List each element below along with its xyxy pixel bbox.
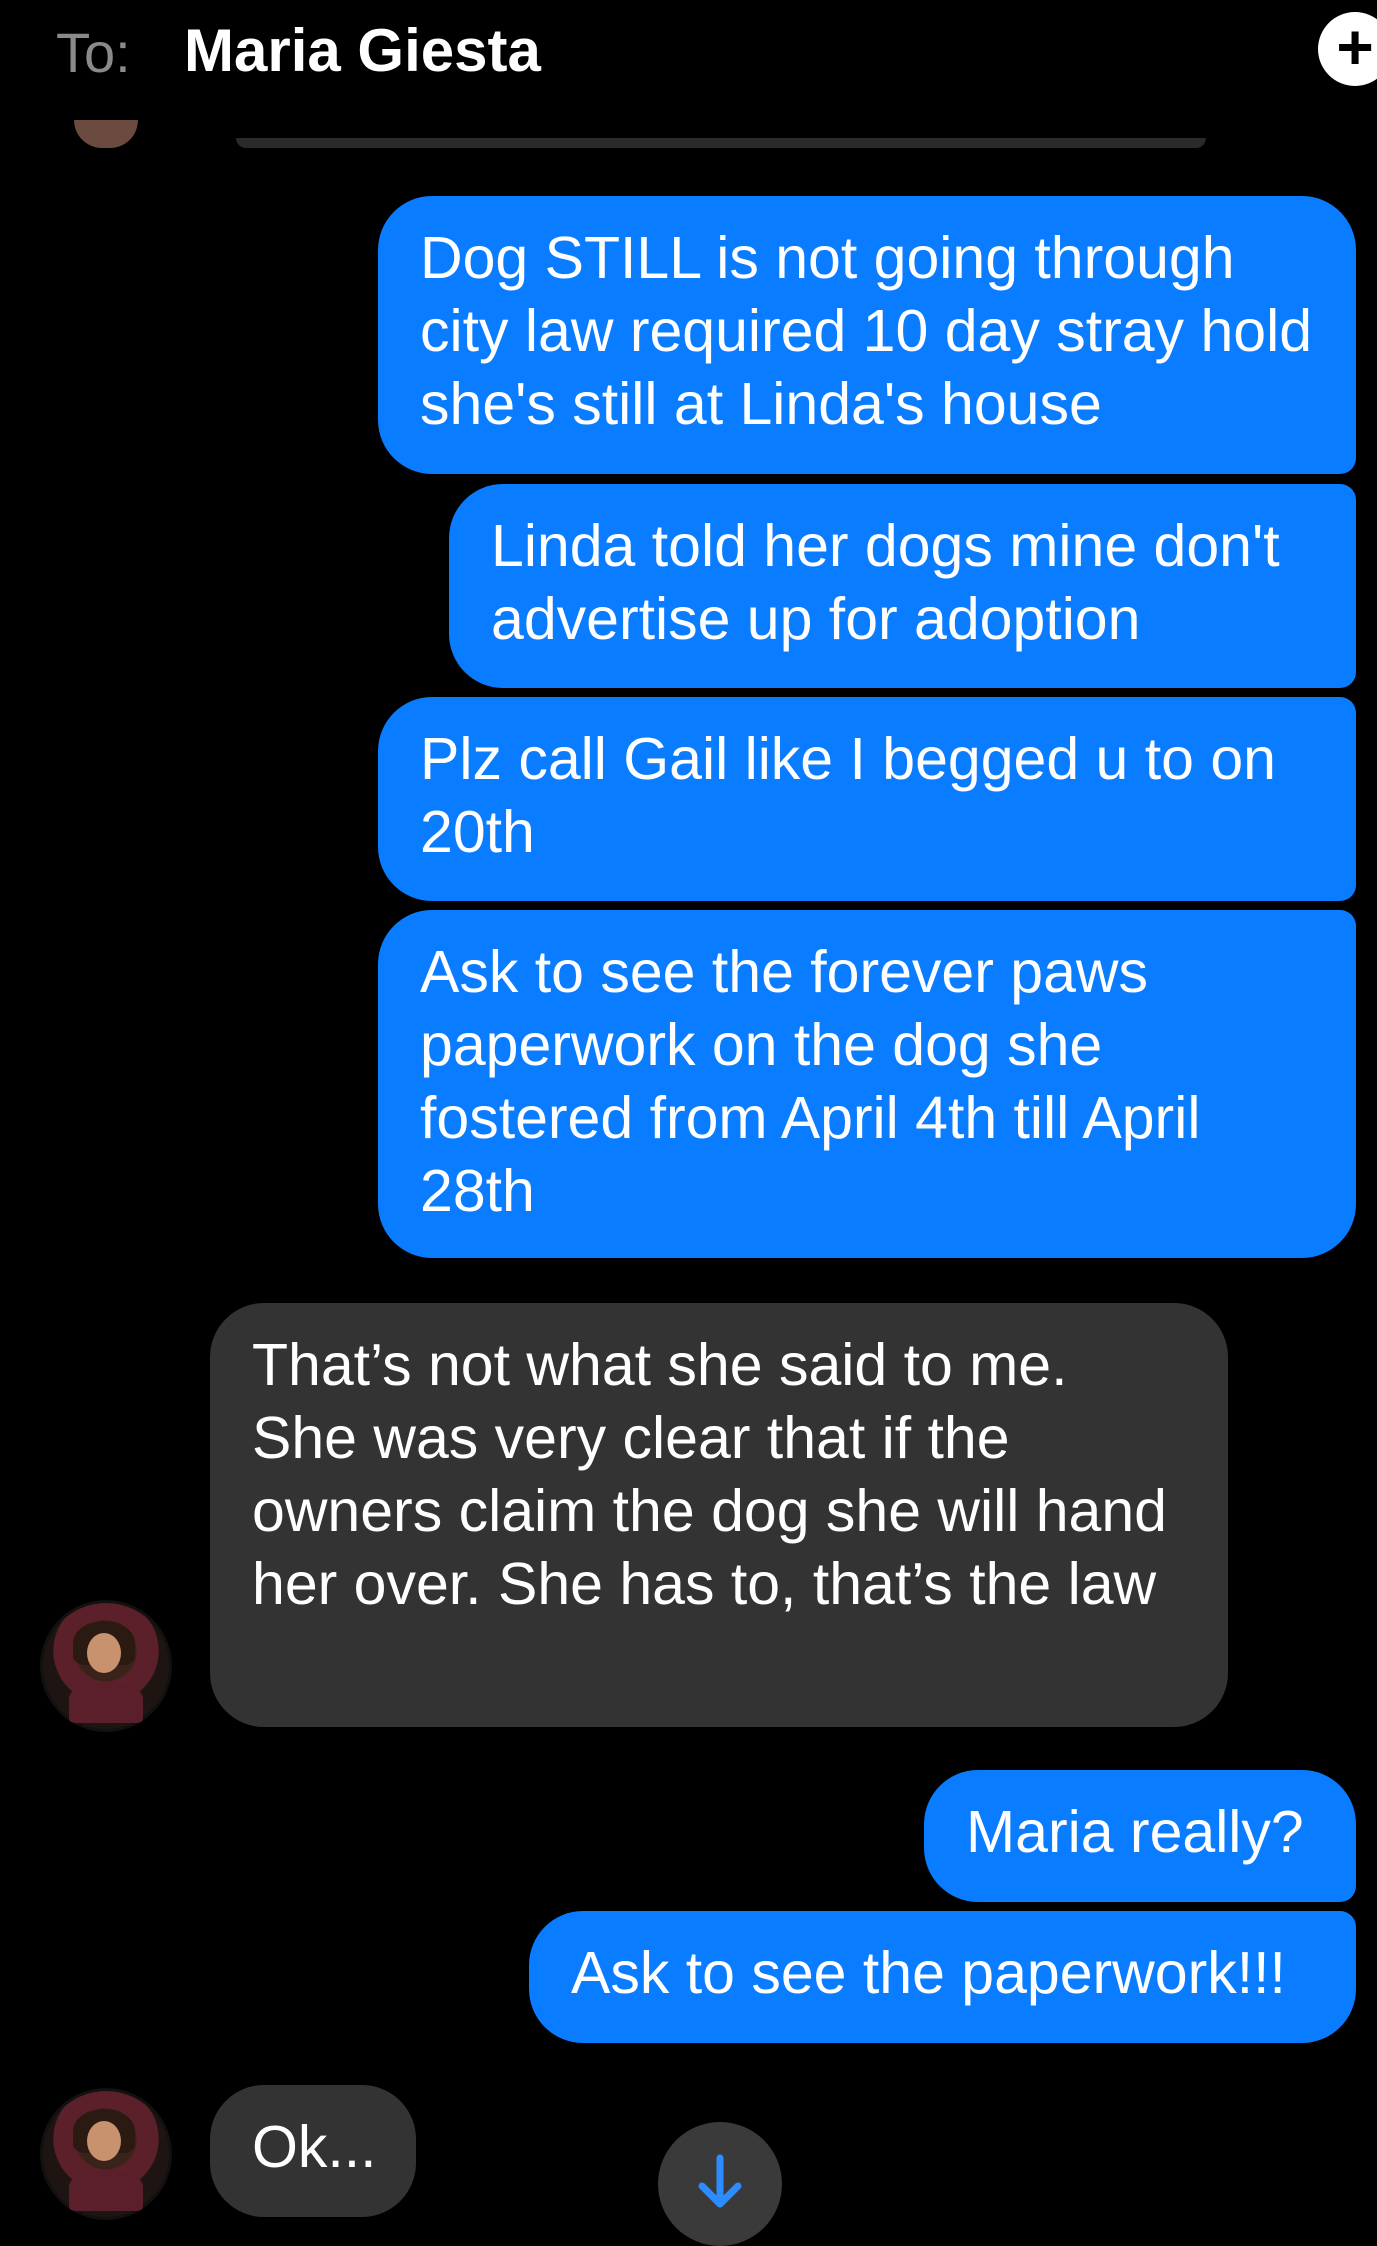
avatar-face [87, 2121, 121, 2161]
avatar-face [87, 1633, 121, 1673]
previous-message-fragment [236, 138, 1206, 148]
message-text: That’s not what she said to me. She was … [252, 1332, 1167, 1617]
message-bubble-outgoing[interactable]: Plz call Gail like I begged u to on 20th [378, 697, 1356, 901]
message-bubble-outgoing[interactable]: Linda told her dogs mine don't advertise… [449, 484, 1356, 688]
message-text: Maria really? [966, 1799, 1304, 1865]
message-text: Ask to see the forever paws paperwork on… [420, 939, 1201, 1224]
message-bubble-outgoing[interactable]: Dog STILL is not going through city law … [378, 196, 1356, 474]
arrow-down-icon [698, 2154, 742, 2208]
message-bubble-outgoing[interactable]: Ask to see the forever paws paperwork on… [378, 910, 1356, 1258]
message-text: Linda told her dogs mine don't advertise… [491, 513, 1280, 652]
contact-avatar[interactable] [40, 2088, 172, 2220]
previous-avatar-fragment [74, 120, 138, 148]
contact-avatar[interactable] [40, 1600, 172, 1732]
message-bubble-outgoing[interactable]: Ask to see the paperwork!!! [529, 1911, 1356, 2043]
scroll-to-bottom-button[interactable] [658, 2122, 782, 2246]
recipient-name[interactable]: Maria Giesta [184, 16, 541, 85]
avatar-shirt [69, 2171, 143, 2211]
message-text: Ask to see the paperwork!!! [571, 1940, 1286, 2006]
message-bubble-outgoing[interactable]: Maria really? [924, 1770, 1356, 1902]
message-text: Ok... [252, 2114, 377, 2180]
to-label: To: [56, 21, 131, 84]
message-bubble-incoming[interactable]: That’s not what she said to me. She was … [210, 1303, 1228, 1727]
avatar-shirt [69, 1683, 143, 1723]
conversation-header: To: Maria Giesta + [0, 0, 1377, 110]
message-text: Plz call Gail like I begged u to on 20th [420, 726, 1276, 865]
message-text: Dog STILL is not going through city law … [420, 225, 1313, 437]
message-bubble-incoming[interactable]: Ok... [210, 2085, 416, 2217]
plus-icon[interactable]: + [1318, 12, 1377, 86]
